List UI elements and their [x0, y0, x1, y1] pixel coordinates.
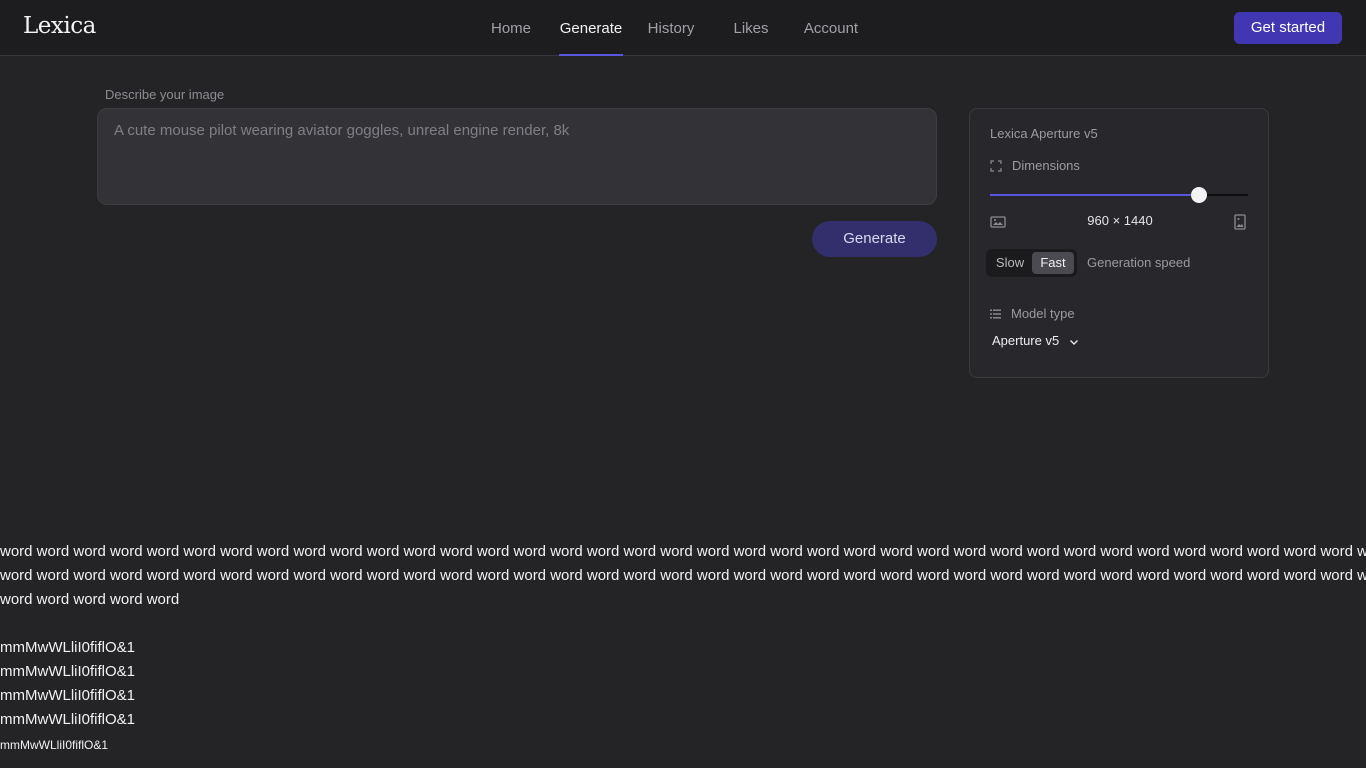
- landscape-image-icon[interactable]: [990, 214, 1006, 230]
- nav-tab-account[interactable]: Account: [800, 0, 862, 55]
- dimensions-value: 960 × 1440: [1087, 213, 1153, 228]
- chevron-down-icon: [1069, 339, 1078, 345]
- settings-panel: Lexica Aperture v5 Dimensions 960 × 1440…: [969, 108, 1269, 378]
- dimensions-slider[interactable]: [990, 187, 1248, 203]
- get-started-button[interactable]: Get started: [1234, 12, 1342, 44]
- nav-tab-likes[interactable]: Likes: [720, 0, 782, 55]
- font-test-block: word word word word word word word word …: [0, 540, 1366, 758]
- glyph-sample: mmMwWLliI0fiflO&1: [0, 639, 136, 656]
- nav-tab-history[interactable]: History: [640, 0, 702, 55]
- glyph-sample: mmMwWLliI0fiflO&1: [0, 687, 136, 704]
- glyph-sample: mmMwWLliI0fiflO&1: [0, 663, 136, 680]
- generation-speed-label: Generation speed: [1087, 255, 1191, 270]
- prompt-label: Describe your image: [105, 87, 225, 102]
- model-selected-value: Aperture v5: [992, 333, 1060, 348]
- speed-option-fast[interactable]: Fast: [1032, 252, 1074, 274]
- top-navigation-bar: Lexica Home Generate History Likes Accou…: [0, 0, 1366, 56]
- nav-tab-generate[interactable]: Generate: [559, 0, 623, 56]
- glyph-sample-small: mmMwWLliI0fiflO&1: [0, 738, 109, 752]
- speed-toggle: Slow Fast: [986, 249, 1077, 277]
- glyph-samples: mmMwWLliI0fiflO&1 mmMwWLliI0fiflO&1 mmMw…: [0, 636, 1366, 758]
- model-select[interactable]: Aperture v5: [992, 333, 1079, 351]
- expand-icon: [990, 160, 1002, 172]
- prompt-box: [97, 108, 937, 205]
- speed-option-slow[interactable]: Slow: [990, 252, 1030, 274]
- slider-fill: [990, 194, 1199, 196]
- list-icon: [990, 309, 1001, 319]
- model-version-title: Lexica Aperture v5: [990, 126, 1098, 141]
- dimensions-label: Dimensions: [1012, 158, 1080, 173]
- model-type-label: Model type: [1011, 306, 1075, 321]
- prompt-input[interactable]: [114, 122, 920, 192]
- word-repeat-text: word word word word word word word word …: [0, 543, 1366, 608]
- nav-tab-home[interactable]: Home: [480, 0, 542, 55]
- portrait-image-icon[interactable]: [1232, 214, 1248, 230]
- glyph-sample: mmMwWLliI0fiflO&1: [0, 711, 136, 728]
- lexica-logo[interactable]: Lexica: [23, 13, 96, 39]
- slider-thumb[interactable]: [1190, 187, 1207, 203]
- generate-button[interactable]: Generate: [812, 221, 937, 257]
